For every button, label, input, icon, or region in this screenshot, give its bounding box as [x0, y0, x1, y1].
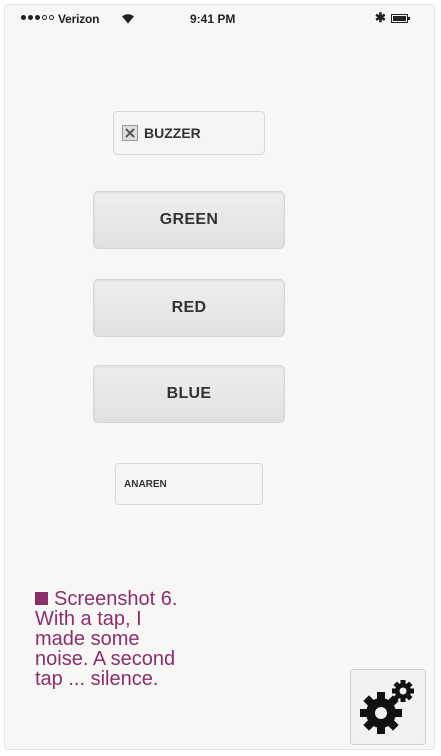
- status-time: 9:41 PM: [190, 12, 236, 26]
- red-button[interactable]: RED: [93, 279, 285, 337]
- signal-strength-icon: [21, 15, 54, 20]
- caption-line: noise. A second: [35, 648, 176, 670]
- settings-button[interactable]: [350, 669, 426, 745]
- carrier-name: Verizon: [58, 12, 100, 26]
- screenshot-caption: Screenshot 6. With a tap, I made some no…: [35, 589, 245, 689]
- buzzer-toggle[interactable]: BUZZER: [113, 111, 265, 155]
- signal-dot: [42, 15, 47, 20]
- caption-bullet-icon: [35, 592, 48, 605]
- phone-screen: Verizon 9:41 PM ✱ BUZZER GREEN RED BLUE …: [4, 4, 435, 750]
- caption-line: With a tap, I: [35, 608, 142, 630]
- signal-dot: [28, 15, 33, 20]
- blue-button[interactable]: BLUE: [93, 365, 285, 423]
- wifi-icon: [122, 14, 134, 24]
- status-bar: Verizon 9:41 PM ✱: [5, 5, 434, 33]
- signal-dot: [49, 15, 54, 20]
- caption-line: tap ... silence.: [35, 668, 159, 690]
- anaren-field[interactable]: ANAREN: [115, 463, 263, 505]
- signal-dot: [35, 15, 40, 20]
- checkmark-x-icon: [125, 128, 135, 138]
- signal-dot: [21, 15, 26, 20]
- gear-icon: [360, 680, 414, 734]
- green-button[interactable]: GREEN: [93, 191, 285, 249]
- bluetooth-icon: ✱: [375, 10, 386, 25]
- battery-icon: [391, 14, 410, 23]
- caption-line: made some: [35, 628, 140, 650]
- buzzer-checkbox[interactable]: [122, 125, 138, 141]
- buzzer-label: BUZZER: [144, 125, 201, 141]
- caption-line: Screenshot 6.: [54, 588, 178, 610]
